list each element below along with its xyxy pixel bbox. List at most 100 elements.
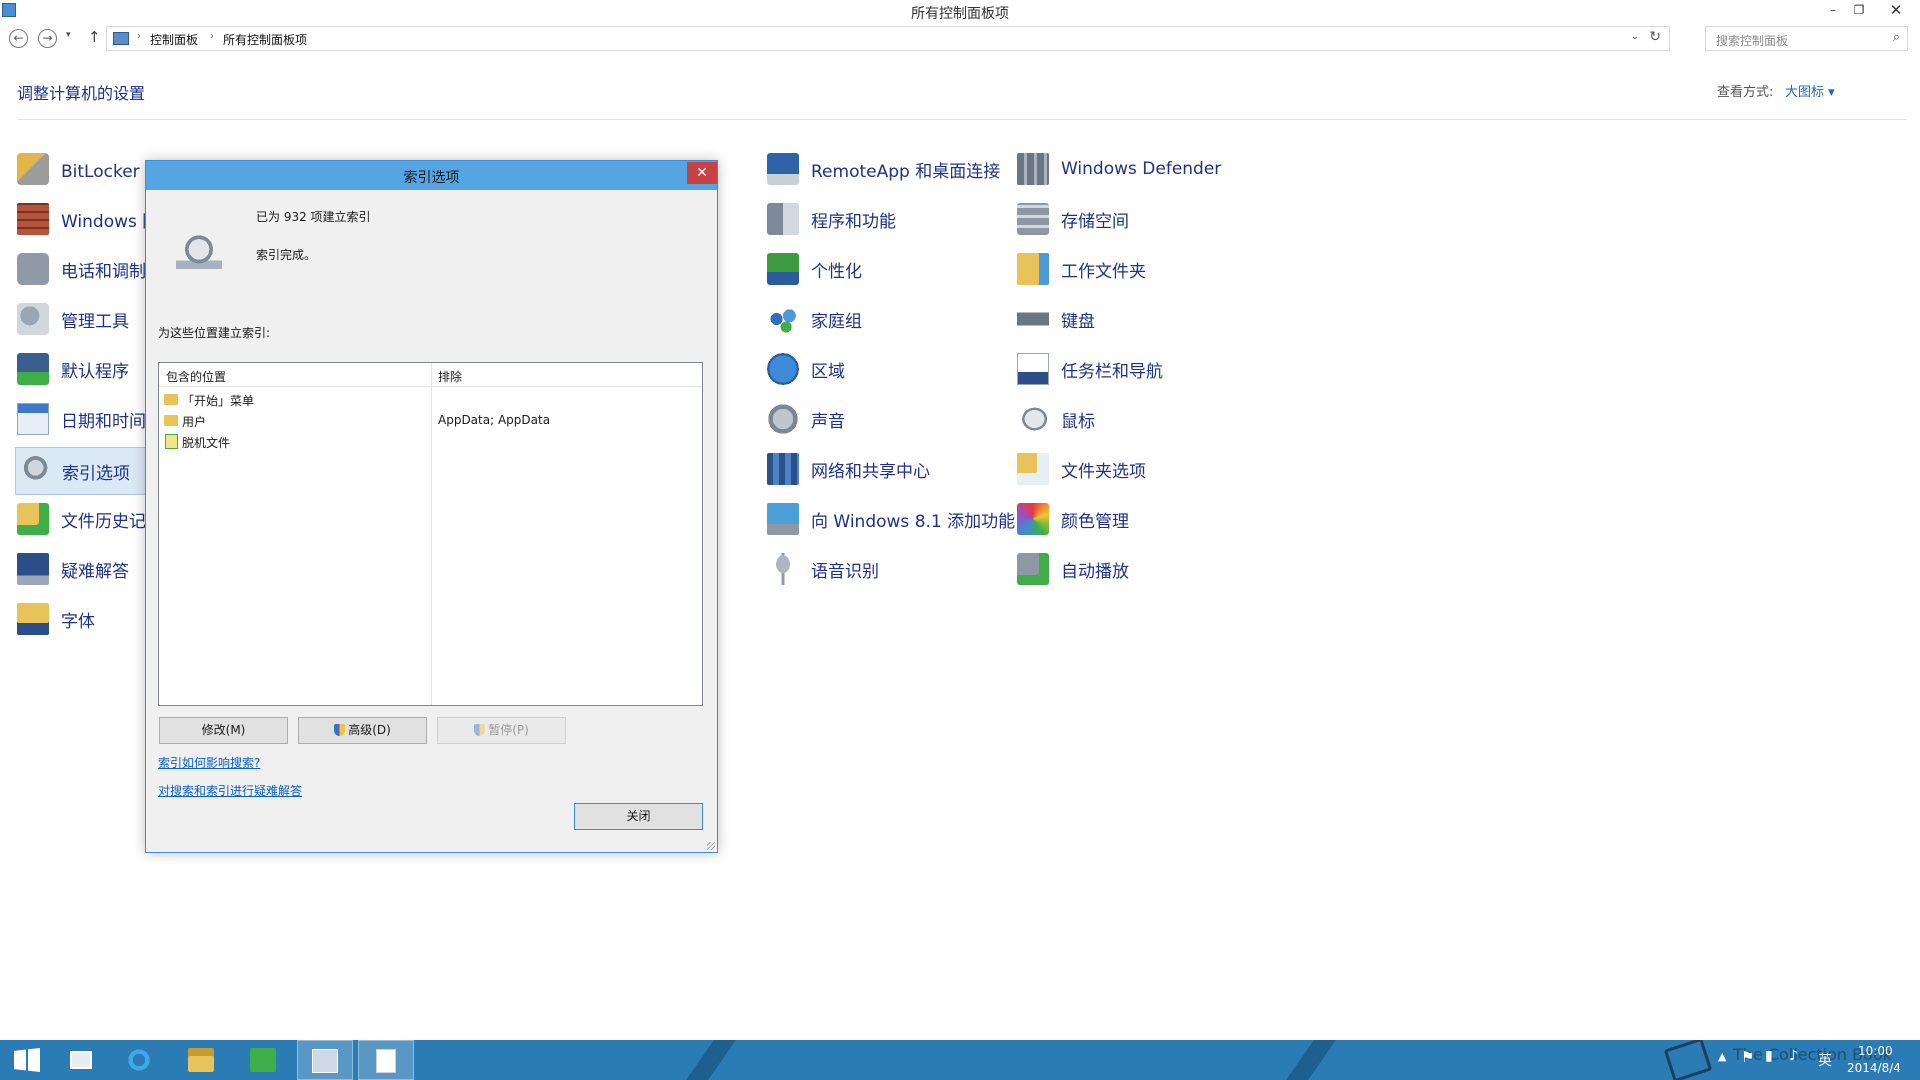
color-management-icon <box>1017 503 1049 535</box>
item-windows-defender[interactable]: Windows Defender <box>1017 149 1221 189</box>
breadcrumb-separator[interactable]: › <box>137 31 141 42</box>
item-troubleshooting[interactable]: 疑难解答 <box>17 549 129 589</box>
item-region[interactable]: 区域 <box>767 349 845 389</box>
offline-files-icon <box>165 434 178 449</box>
refresh-icon[interactable]: ↻ <box>1649 29 1661 45</box>
item-bitlocker[interactable]: BitLocker 驱 <box>17 149 162 189</box>
shield-icon <box>474 724 486 736</box>
dialog-close-button[interactable]: 关闭 <box>574 803 703 830</box>
item-label: 向 Windows 8.1 添加功能 <box>811 511 1016 532</box>
item-admin-tools[interactable]: 管理工具 <box>17 299 129 339</box>
volume-icon[interactable]: ♪ <box>1789 1048 1798 1080</box>
troubleshoot-search-link[interactable]: 对搜索和索引进行疑难解答 <box>158 782 302 799</box>
address-bar[interactable]: › 控制面板 › 所有控制面板项 ⌄ ↻ <box>106 26 1670 51</box>
start-button[interactable] <box>0 1040 56 1080</box>
item-homegroup[interactable]: 家庭组 <box>767 299 862 339</box>
item-mouse[interactable]: 鼠标 <box>1017 399 1095 439</box>
show-hidden-icons-button[interactable]: ▲ <box>1718 1050 1726 1080</box>
indexing-icon <box>176 234 222 278</box>
taskbar-file-explorer[interactable] <box>174 1040 230 1080</box>
item-phone-modem[interactable]: 电话和调制 <box>17 249 146 289</box>
list-item[interactable]: 「开始」菜单 <box>164 390 694 410</box>
dialog-title-bar[interactable]: 索引选项 ✕ <box>146 161 717 190</box>
item-fonts[interactable]: 字体 <box>17 599 95 639</box>
autoplay-icon <box>1017 553 1049 585</box>
item-label: 文件历史记 <box>61 511 146 532</box>
column-header-included[interactable]: 包含的位置 <box>166 368 226 385</box>
item-label: 网络和共享中心 <box>811 461 930 482</box>
clock-date[interactable]: 2014/8/4 <box>1847 1061 1901 1075</box>
taskbar-notepad[interactable] <box>358 1040 414 1080</box>
item-programs-features[interactable]: 程序和功能 <box>767 199 896 239</box>
address-dropdown-icon[interactable]: ⌄ <box>1631 31 1639 42</box>
item-label: 自动播放 <box>1061 561 1129 582</box>
item-label: 日期和时间 <box>61 411 146 432</box>
taskbar-desktop[interactable] <box>56 1040 112 1080</box>
phone-icon <box>17 253 49 285</box>
item-network-sharing[interactable]: 网络和共享中心 <box>767 449 930 489</box>
breadcrumb-control-panel[interactable]: 控制面板 <box>150 31 198 48</box>
window-close-button[interactable]: ✕ <box>1872 0 1920 20</box>
item-default-programs[interactable]: 默认程序 <box>17 349 129 389</box>
item-personalization[interactable]: 个性化 <box>767 249 862 289</box>
pause-button-label: 暂停(P) <box>488 723 529 737</box>
search-placeholder[interactable]: 搜索控制面板 <box>1716 32 1788 49</box>
book-watermark-icon <box>1663 1040 1713 1080</box>
search-icon[interactable]: ⌕ <box>1893 30 1900 45</box>
item-keyboard[interactable]: 键盘 <box>1017 299 1095 339</box>
input-method-indicator[interactable]: 英 <box>1818 1050 1832 1080</box>
item-date-time[interactable]: 日期和时间 <box>17 399 146 439</box>
item-taskbar-navigation[interactable]: 任务栏和导航 <box>1017 349 1163 389</box>
advanced-button[interactable]: 高级(D) <box>298 717 427 744</box>
up-button[interactable]: ↑ <box>88 28 101 46</box>
view-by-label: 查看方式: <box>1717 85 1774 100</box>
indexed-locations-list[interactable]: 包含的位置 排除 「开始」菜单 用户 AppData; AppData 脱机文件 <box>158 362 703 706</box>
file-explorer-icon <box>188 1048 214 1072</box>
list-item[interactable]: 脱机文件 <box>164 432 694 452</box>
item-remoteapp[interactable]: RemoteApp 和桌面连接 <box>767 149 1000 189</box>
item-speech-recognition[interactable]: 语音识别 <box>767 549 879 589</box>
search-box[interactable]: 搜索控制面板 ⌕ <box>1705 26 1908 51</box>
action-center-icon[interactable]: ⚑ <box>1741 1048 1754 1080</box>
how-indexing-affects-search-link[interactable]: 索引如何影响搜索? <box>158 754 260 771</box>
taskbar-control-panel[interactable] <box>297 1040 353 1080</box>
recent-locations-button[interactable]: ▾ <box>66 30 71 40</box>
modify-button[interactable]: 修改(M) <box>159 717 288 744</box>
item-label: 鼠标 <box>1061 411 1095 432</box>
view-by-dropdown[interactable]: 大图标 ▾ <box>1785 81 1835 100</box>
forward-button[interactable]: → <box>38 29 57 48</box>
list-item[interactable]: 用户 AppData; AppData <box>164 411 694 431</box>
dialog-close-icon[interactable]: ✕ <box>687 162 717 184</box>
minimize-button[interactable]: – <box>1820 0 1846 20</box>
item-folder-options[interactable]: 文件夹选项 <box>1017 449 1146 489</box>
clock-time[interactable]: 10:00 <box>1858 1044 1893 1058</box>
remoteapp-icon <box>767 153 799 185</box>
column-header-exclude[interactable]: 排除 <box>438 368 462 385</box>
dialog-title: 索引选项 <box>403 170 460 186</box>
back-button[interactable]: ← <box>9 29 28 48</box>
item-sound[interactable]: 声音 <box>767 399 845 439</box>
taskbar-store[interactable] <box>236 1040 292 1080</box>
resize-grip[interactable] <box>707 842 715 850</box>
breadcrumb-all-items[interactable]: 所有控制面板项 <box>223 31 307 48</box>
item-work-folders[interactable]: 工作文件夹 <box>1017 249 1146 289</box>
item-autoplay[interactable]: 自动播放 <box>1017 549 1129 589</box>
item-indexing-options[interactable]: 索引选项 <box>15 447 155 495</box>
network-tray-icon[interactable]: ▮ <box>1765 1048 1773 1080</box>
personalization-icon <box>767 253 799 285</box>
item-color-management[interactable]: 颜色管理 <box>1017 499 1129 539</box>
item-storage-spaces[interactable]: 存储空间 <box>1017 199 1129 239</box>
breadcrumb-separator[interactable]: › <box>210 31 214 42</box>
item-file-history[interactable]: 文件历史记 <box>17 499 146 539</box>
item-windows-firewall[interactable]: Windows 防 <box>17 199 159 239</box>
taskbar-internet-explorer[interactable] <box>112 1040 168 1080</box>
location-name: 「开始」菜单 <box>182 394 255 408</box>
navigation-bar: ← → ▾ ↑ › 控制面板 › 所有控制面板项 ⌄ ↻ 搜索控制面板 ⌕ <box>0 26 1920 52</box>
location-name: 用户 <box>182 415 207 429</box>
indexed-count: 已为 932 项建立索引 <box>256 210 371 224</box>
item-add-features[interactable]: 向 Windows 8.1 添加功能 <box>767 499 1015 539</box>
restore-button[interactable]: ❐ <box>1846 0 1872 20</box>
close-button-label: 关闭 <box>626 809 651 823</box>
location-exclude: AppData; AppData <box>438 413 551 427</box>
advanced-button-label: 高级(D) <box>348 723 391 737</box>
